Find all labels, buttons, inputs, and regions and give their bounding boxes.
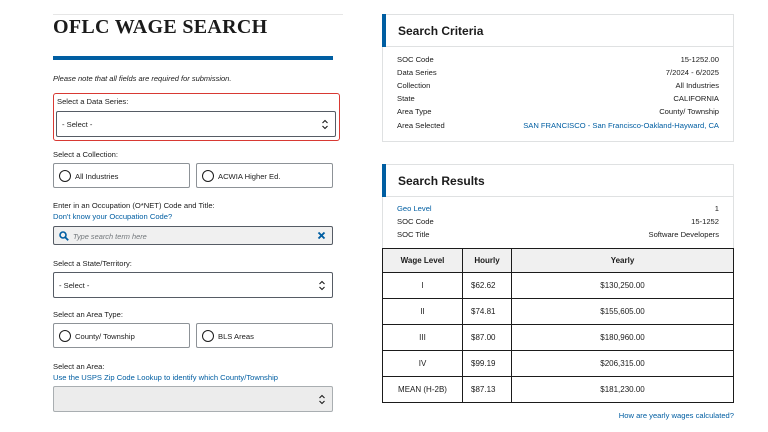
- criteria-value: 15-1252.00: [680, 55, 719, 64]
- state-value: - Select -: [59, 281, 90, 290]
- criteria-row: Area Type County/ Township: [397, 107, 719, 118]
- occupation-search: [53, 226, 333, 245]
- data-series-value: - Select -: [62, 120, 93, 129]
- criteria-row: SOC Code 15-1252.00: [397, 55, 719, 66]
- radio-icon: [59, 170, 71, 182]
- occupation-search-input[interactable]: [73, 230, 303, 242]
- title-underline: [53, 56, 333, 60]
- top-divider: [53, 14, 343, 15]
- table-row: IV $99.19 $206,315.00: [382, 350, 734, 377]
- area-label: Select an Area:: [53, 362, 105, 371]
- criteria-key: SOC Code: [397, 55, 434, 64]
- clear-icon[interactable]: [317, 231, 326, 240]
- collection-label: Select a Collection:: [53, 150, 119, 159]
- chevron-updown-icon: [319, 394, 325, 405]
- geo-level-link[interactable]: Geo Level: [397, 204, 432, 213]
- page-title: OFLC WAGE SEARCH: [53, 16, 268, 38]
- data-series-label: Select a Data Series:: [57, 97, 129, 106]
- criteria-key: Data Series: [397, 68, 437, 77]
- result-row: Geo Level 1: [397, 204, 719, 215]
- criteria-key: State: [397, 94, 415, 103]
- required-note: Please note that all fields are required…: [53, 74, 232, 83]
- criteria-value: County/ Township: [659, 107, 719, 116]
- yearly-cell: $180,960.00: [511, 324, 734, 351]
- panel-accent: [382, 164, 386, 197]
- radio-icon: [202, 330, 214, 342]
- occupation-help-link[interactable]: Don't know your Occupation Code?: [53, 212, 172, 221]
- state-select[interactable]: - Select -: [53, 272, 333, 298]
- result-value: Software Developers: [648, 230, 720, 239]
- yearly-cell: $155,605.00: [511, 298, 734, 325]
- hourly-cell: $87.13: [462, 376, 512, 403]
- yearly-cell: $181,230.00: [511, 376, 734, 403]
- search-criteria-header: Search Criteria: [382, 14, 733, 47]
- result-value: 15-1252: [691, 217, 719, 226]
- wage-table-header: Wage Level Hourly Yearly: [382, 248, 734, 273]
- yearly-wages-help-link[interactable]: How are yearly wages calculated?: [619, 411, 734, 420]
- search-results-header: Search Results: [382, 164, 733, 197]
- yearly-cell: $206,315.00: [511, 350, 734, 377]
- criteria-value: All Industries: [675, 81, 719, 90]
- area-selected-link[interactable]: SAN FRANCISCO - San Francisco-Oakland-Ha…: [523, 121, 719, 130]
- search-results-panel: Search Results Geo Level 1 SOC Code 15-125…: [382, 164, 734, 250]
- table-row: I $62.62 $130,250.00: [382, 272, 734, 299]
- hourly-cell: $87.00: [462, 324, 512, 351]
- hourly-cell: $62.62: [462, 272, 512, 299]
- radio-bls-areas[interactable]: BLS Areas: [196, 323, 333, 348]
- panel-accent: [382, 14, 386, 47]
- criteria-value: CALIFORNIA: [673, 94, 719, 103]
- criteria-key: Area Selected: [397, 121, 445, 130]
- wage-level-cell: I: [382, 272, 463, 299]
- search-icon: [59, 231, 69, 241]
- radio-acwia-higher-ed[interactable]: ACWIA Higher Ed.: [196, 163, 333, 188]
- wage-level-cell: III: [382, 324, 463, 351]
- radio-icon: [202, 170, 214, 182]
- criteria-key: Collection: [397, 81, 431, 90]
- table-row: II $74.81 $155,605.00: [382, 298, 734, 325]
- header-hourly: Hourly: [462, 248, 512, 273]
- criteria-value: 7/2024 - 6/2025: [665, 68, 719, 77]
- chevron-updown-icon: [322, 119, 328, 130]
- radio-all-industries-label: All Industries: [75, 172, 119, 181]
- criteria-key: Area Type: [397, 107, 432, 116]
- search-results-title: Search Results: [398, 174, 485, 188]
- criteria-row: State CALIFORNIA: [397, 94, 719, 105]
- criteria-row: Collection All Industries: [397, 81, 719, 92]
- data-series-select[interactable]: - Select -: [56, 111, 336, 137]
- search-criteria-title: Search Criteria: [398, 24, 484, 38]
- criteria-row: Data Series 7/2024 - 6/2025: [397, 68, 719, 79]
- result-value: 1: [714, 204, 719, 213]
- wage-level-cell: MEAN (H-2B): [382, 376, 463, 403]
- zip-lookup-link[interactable]: Use the USPS Zip Code Lookup to identify…: [53, 373, 278, 382]
- header-yearly: Yearly: [511, 248, 734, 273]
- state-label: Select a State/Territory:: [53, 259, 132, 268]
- header-wage-level: Wage Level: [382, 248, 463, 273]
- result-row: SOC Title Software Developers: [397, 230, 719, 241]
- wage-level-cell: II: [382, 298, 463, 325]
- hourly-cell: $74.81: [462, 298, 512, 325]
- hourly-cell: $99.19: [462, 350, 512, 377]
- radio-county-label: County/ Township: [75, 332, 135, 341]
- result-key: SOC Code: [397, 217, 434, 226]
- radio-all-industries[interactable]: All Industries: [53, 163, 190, 188]
- chevron-updown-icon: [319, 280, 325, 291]
- radio-county-township[interactable]: County/ Township: [53, 323, 190, 348]
- search-criteria-panel: Search Criteria SOC Code 15-1252.00 Data …: [382, 14, 734, 142]
- radio-acwia-label: ACWIA Higher Ed.: [218, 172, 281, 181]
- result-key: SOC Title: [397, 230, 430, 239]
- yearly-cell: $130,250.00: [511, 272, 734, 299]
- table-row: MEAN (H-2B) $87.13 $181,230.00: [382, 376, 734, 403]
- occupation-label: Enter in an Occupation (O*NET) Code and …: [53, 201, 215, 210]
- area-type-label: Select an Area Type:: [53, 310, 123, 319]
- wage-search-form: OFLC WAGE SEARCH Please note that all fi…: [53, 0, 343, 432]
- area-select[interactable]: [53, 386, 333, 412]
- result-row: SOC Code 15-1252: [397, 217, 719, 228]
- radio-icon: [59, 330, 71, 342]
- criteria-row: Area Selected SAN FRANCISCO - San Francis…: [397, 121, 719, 132]
- wage-level-cell: IV: [382, 350, 463, 377]
- radio-bls-label: BLS Areas: [218, 332, 254, 341]
- wage-table: Wage Level Hourly Yearly I $62.62 $130,2…: [382, 248, 734, 403]
- table-row: III $87.00 $180,960.00: [382, 324, 734, 351]
